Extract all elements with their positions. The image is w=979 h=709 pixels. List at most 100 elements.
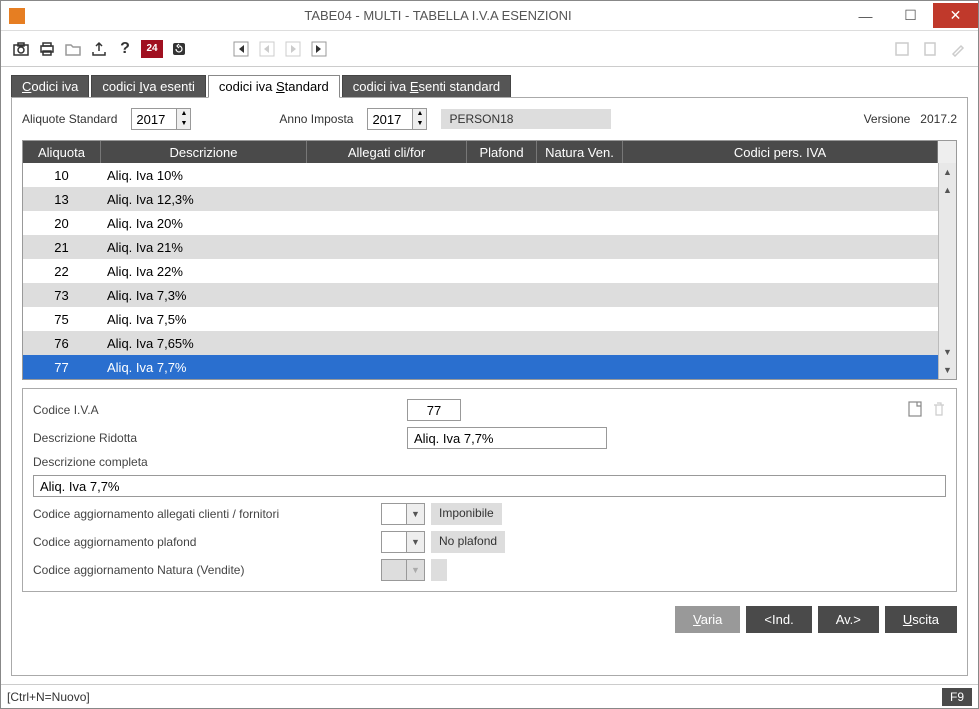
app-window: TABE04 - MULTI - TABELLA I.V.A ESENZIONI… (0, 0, 979, 709)
toolbar: ? 24 (1, 31, 978, 67)
statusbar: [Ctrl+N=Nuovo] F9 (1, 684, 978, 708)
refresh-icon[interactable] (169, 39, 189, 59)
nav-prev-icon[interactable] (257, 39, 277, 59)
ind-button[interactable]: <Ind. (746, 606, 811, 633)
table-row[interactable]: 10Aliq. Iva 10% (23, 163, 938, 187)
varia-button: Varia (675, 606, 740, 633)
scroll-up-icon[interactable]: ▲ (939, 163, 956, 181)
plafond-text: No plafond (431, 531, 505, 553)
col-allegati[interactable]: Allegati cli/for (307, 141, 467, 163)
cell-descrizione: Aliq. Iva 21% (101, 240, 307, 255)
col-descrizione[interactable]: Descrizione (101, 141, 307, 163)
label-agg-natura: Codice aggiornamento Natura (Vendite) (33, 563, 373, 577)
close-button[interactable]: ✕ (933, 3, 978, 28)
cell-aliquota: 76 (23, 336, 101, 351)
tabs: Codici iva codici Iva esenti codici iva … (11, 75, 968, 98)
badge-24-icon[interactable]: 24 (141, 40, 163, 58)
delete-detail-icon[interactable] (932, 401, 946, 420)
tab-codici-iva-standard[interactable]: codici iva Standard (208, 75, 340, 98)
year-standard-input[interactable] (132, 110, 176, 129)
uscita-button[interactable]: Uscita (885, 606, 957, 633)
label-aliquote-standard: Aliquote Standard (22, 112, 117, 126)
iva-table: Aliquota Descrizione Allegati cli/for Pl… (22, 140, 957, 380)
help-icon[interactable]: ? (115, 39, 135, 59)
new-detail-icon[interactable] (908, 401, 922, 420)
status-key: F9 (942, 688, 972, 706)
minimize-button[interactable]: — (843, 3, 888, 28)
table-scrollbar[interactable]: ▲ ▲ ▼ ▼ (938, 163, 956, 379)
table-row[interactable]: 75Aliq. Iva 7,5% (23, 307, 938, 331)
print-icon[interactable] (37, 39, 57, 59)
descrizione-completa-input[interactable] (33, 475, 946, 497)
chevron-down-icon: ▼ (407, 559, 425, 581)
cell-aliquota: 75 (23, 312, 101, 327)
detail-panel: Codice I.V.A Descrizione Ridotta Descriz… (22, 388, 957, 592)
table-row[interactable]: 76Aliq. Iva 7,65% (23, 331, 938, 355)
codice-iva-input[interactable] (407, 399, 461, 421)
edit-icon (948, 39, 968, 59)
maximize-button[interactable]: ☐ (888, 3, 933, 28)
status-hint: [Ctrl+N=Nuovo] (7, 690, 90, 704)
cell-descrizione: Aliq. Iva 22% (101, 264, 307, 279)
plafond-code-input[interactable] (381, 531, 407, 553)
cell-aliquota: 22 (23, 264, 101, 279)
chevron-down-icon[interactable]: ▼ (407, 503, 425, 525)
descrizione-ridotta-input[interactable] (407, 427, 607, 449)
allegati-text: Imponibile (431, 503, 502, 525)
cell-descrizione: Aliq. Iva 7,65% (101, 336, 307, 351)
nav-first-icon[interactable] (231, 39, 251, 59)
filter-row: Aliquote Standard ▲▼ Anno Imposta ▲▼ PER… (22, 108, 957, 130)
scroll-up-icon[interactable]: ▲ (939, 181, 956, 199)
tab-codici-iva-esenti-standard[interactable]: codici iva Esenti standard (342, 75, 511, 98)
col-plafond[interactable]: Plafond (467, 141, 537, 163)
cell-aliquota: 21 (23, 240, 101, 255)
table-row[interactable]: 22Aliq. Iva 22% (23, 259, 938, 283)
folder-icon[interactable] (63, 39, 83, 59)
app-icon (9, 8, 25, 24)
label-agg-plafond: Codice aggiornamento plafond (33, 535, 373, 549)
version-label: Versione (864, 112, 911, 126)
table-row[interactable]: 20Aliq. Iva 20% (23, 211, 938, 235)
natura-text (431, 559, 447, 581)
label-descrizione-ridotta: Descrizione Ridotta (33, 431, 373, 445)
col-natura[interactable]: Natura Ven. (537, 141, 623, 163)
year-standard-field[interactable]: ▲▼ (131, 108, 191, 130)
year-imposta-input[interactable] (368, 110, 412, 129)
col-aliquota[interactable]: Aliquota (23, 141, 101, 163)
spinner-up-icon[interactable]: ▲ (176, 109, 190, 119)
table-row[interactable]: 13Aliq. Iva 12,3% (23, 187, 938, 211)
scroll-down-icon[interactable]: ▼ (939, 361, 956, 379)
av-button[interactable]: Av.> (818, 606, 879, 633)
window-title: TABE04 - MULTI - TABELLA I.V.A ESENZIONI (33, 8, 843, 23)
action-row: Varia <Ind. Av.> Uscita (22, 606, 957, 633)
chevron-down-icon[interactable]: ▼ (407, 531, 425, 553)
cell-descrizione: Aliq. Iva 20% (101, 216, 307, 231)
tab-codici-iva[interactable]: Codici iva (11, 75, 89, 98)
spinner-down-icon[interactable]: ▼ (176, 119, 190, 129)
col-codici-pers[interactable]: Codici pers. IVA (623, 141, 938, 163)
save-icon (892, 39, 912, 59)
allegati-code-input[interactable] (381, 503, 407, 525)
cell-descrizione: Aliq. Iva 7,7% (101, 360, 307, 375)
export-icon[interactable] (89, 39, 109, 59)
natura-code-input (381, 559, 407, 581)
titlebar: TABE04 - MULTI - TABELLA I.V.A ESENZIONI… (1, 1, 978, 31)
camera-icon[interactable] (11, 39, 31, 59)
spinner-down-icon[interactable]: ▼ (412, 119, 426, 129)
new-icon (920, 39, 940, 59)
table-row[interactable]: 73Aliq. Iva 7,3% (23, 283, 938, 307)
nav-last-icon[interactable] (309, 39, 329, 59)
table-row[interactable]: 21Aliq. Iva 21% (23, 235, 938, 259)
year-imposta-field[interactable]: ▲▼ (367, 108, 427, 130)
nav-next-icon[interactable] (283, 39, 303, 59)
label-codice-iva: Codice I.V.A (33, 403, 373, 417)
tab-codici-iva-esenti[interactable]: codici Iva esenti (91, 75, 206, 98)
table-row[interactable]: 77Aliq. Iva 7,7% (23, 355, 938, 379)
cell-aliquota: 20 (23, 216, 101, 231)
spinner-up-icon[interactable]: ▲ (412, 109, 426, 119)
cell-descrizione: Aliq. Iva 10% (101, 168, 307, 183)
label-agg-allegati: Codice aggiornamento allegati clienti / … (33, 507, 373, 521)
cell-descrizione: Aliq. Iva 7,3% (101, 288, 307, 303)
cell-aliquota: 13 (23, 192, 101, 207)
scroll-down-icon[interactable]: ▼ (939, 343, 956, 361)
